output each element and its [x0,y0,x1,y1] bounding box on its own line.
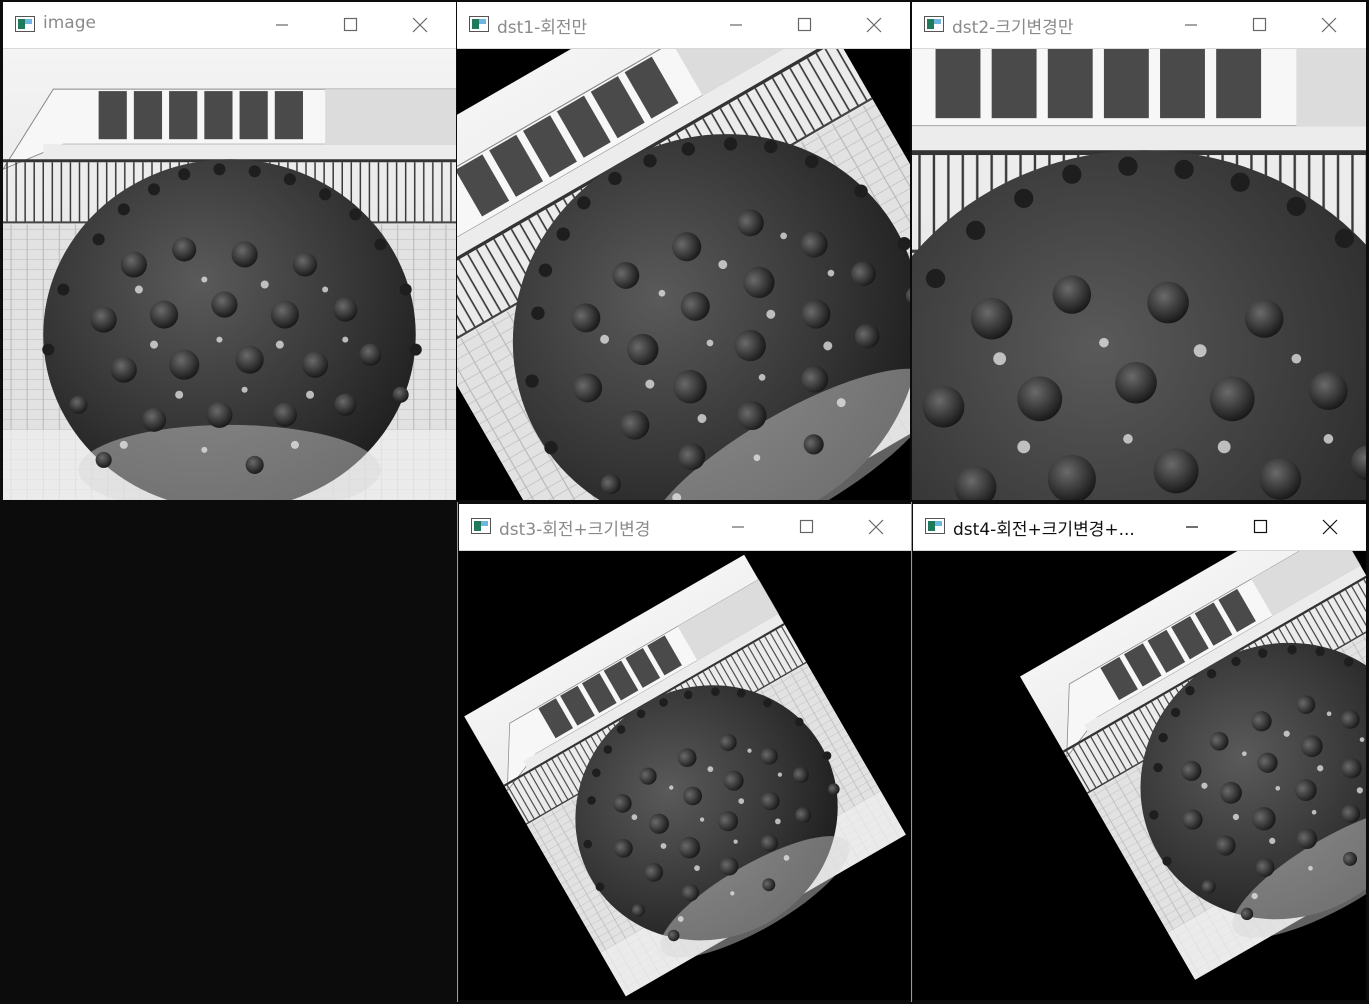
titlebar[interactable]: image [3,2,456,49]
minimize-icon [1186,526,1198,528]
window-divider [457,502,458,1002]
image-canvas [912,49,1366,500]
opencv-window-icon [469,16,489,32]
window-title: dst2-크기변경만 [952,18,1074,38]
window-title: image [43,13,96,33]
minimize-button[interactable] [1175,512,1209,542]
maximize-icon [799,519,814,534]
titlebar[interactable]: dst4-회전+크기변경+... [913,504,1366,551]
window-image[interactable]: image [3,2,456,500]
image-canvas [457,49,910,500]
window-dst2[interactable]: dst2-크기변경만 [912,2,1366,500]
window-title: dst1-회전만 [497,18,588,38]
maximize-button[interactable] [1242,10,1276,40]
titlebar[interactable]: dst2-크기변경만 [912,2,1366,49]
minimize-icon [730,24,742,26]
minimize-button[interactable] [265,10,299,40]
opencv-window-icon [15,16,35,32]
close-button[interactable] [403,10,437,40]
window-title: dst3-회전+크기변경 [499,520,651,540]
minimize-icon [732,526,744,528]
maximize-icon [797,17,812,32]
maximize-icon [1252,17,1267,32]
window-dst3[interactable]: dst3-회전+크기변경 [459,504,911,1000]
minimize-button[interactable] [1174,10,1208,40]
window-dst4[interactable]: dst4-회전+크기변경+... [913,504,1366,1000]
image-view [3,49,456,500]
close-icon [412,17,428,33]
titlebar[interactable]: dst1-회전만 [457,2,910,49]
close-button[interactable] [1312,10,1346,40]
image-canvas [460,551,911,1000]
image-view [913,551,1366,1000]
image-canvas [915,551,1366,1000]
close-icon [868,519,884,535]
image-canvas [3,49,456,500]
window-title: dst4-회전+크기변경+... [953,520,1135,540]
minimize-button[interactable] [719,10,753,40]
maximize-button[interactable] [787,10,821,40]
opencv-window-icon [925,518,945,534]
minimize-icon [276,24,288,26]
close-button[interactable] [857,10,891,40]
close-button[interactable] [1313,512,1347,542]
window-divider [911,502,912,1002]
close-icon [866,17,882,33]
image-view [912,49,1366,500]
close-button[interactable] [859,512,893,542]
image-view [459,551,911,1000]
titlebar[interactable]: dst3-회전+크기변경 [459,504,911,551]
minimize-button[interactable] [721,512,755,542]
close-icon [1322,519,1338,535]
close-icon [1321,17,1337,33]
opencv-window-icon [924,16,944,32]
maximize-button[interactable] [789,512,823,542]
maximize-button[interactable] [1243,512,1277,542]
opencv-window-icon [471,518,491,534]
minimize-icon [1185,24,1197,26]
maximize-icon [343,17,358,32]
window-dst1[interactable]: dst1-회전만 [457,2,910,500]
maximize-icon [1253,519,1268,534]
image-view [457,49,910,500]
maximize-button[interactable] [333,10,367,40]
